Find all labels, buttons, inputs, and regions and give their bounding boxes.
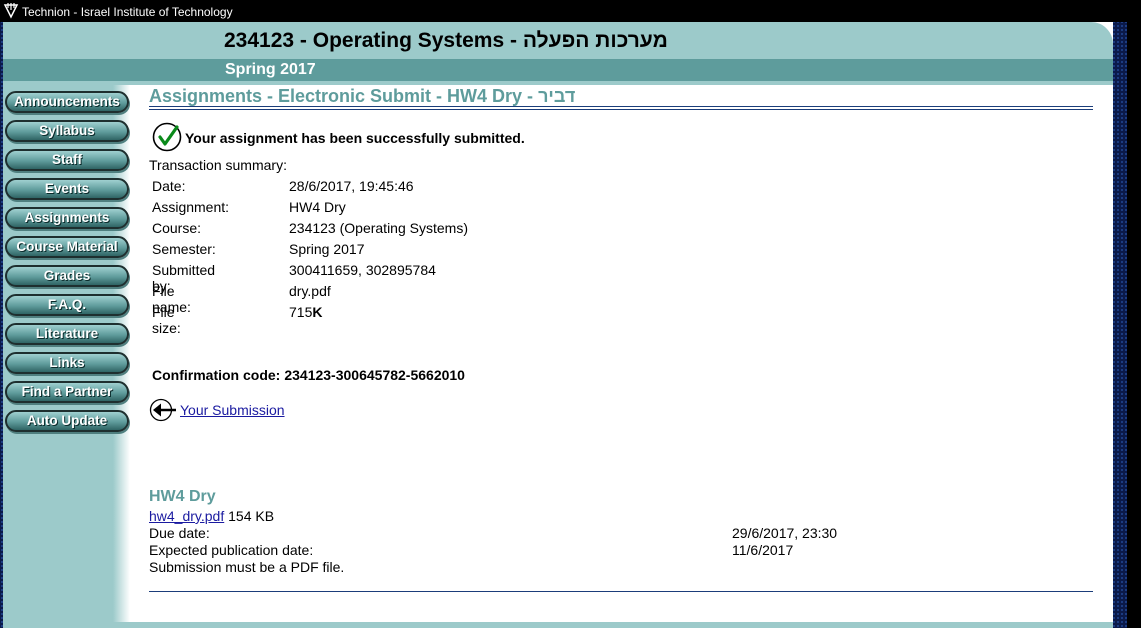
file-size-number: 715 (289, 304, 313, 320)
bottom-strip (3, 622, 1113, 628)
technion-logo-icon (3, 3, 19, 19)
summary-key: Date: (152, 178, 186, 194)
assignment-title: HW4 Dry (149, 488, 216, 505)
file-size-unit: K (312, 304, 323, 320)
summary-key: Course: (152, 220, 202, 236)
assignment-file-link[interactable]: hw4_dry.pdf (149, 508, 224, 524)
success-message: Your assignment has been successfully su… (185, 130, 525, 146)
summary-value: Spring 2017 (289, 241, 365, 257)
heading-rule (149, 109, 1093, 110)
summary-value: 300411659, 302895784 (289, 262, 436, 278)
nav-announcements-button[interactable]: Announcements (5, 91, 129, 113)
nav-events-button[interactable]: Events (5, 178, 129, 200)
footer-rule (149, 591, 1093, 592)
page-title: Assignments - Electronic Submit - HW4 Dr… (149, 86, 576, 106)
window-titlebar: Technion - Israel Institute of Technolog… (0, 0, 1141, 22)
nav-course-material-button[interactable]: Course Material (5, 236, 129, 258)
sidebar: Announcements Syllabus Staff Events Assi… (3, 85, 130, 628)
nav-staff-button[interactable]: Staff (5, 149, 129, 171)
window-edge (1127, 0, 1141, 628)
file-size-value: 715K (289, 304, 322, 320)
course-title: 234123 - Operating Systems - מערכות הפעל… (224, 29, 668, 52)
summary-key: File size: (152, 304, 181, 336)
nav-assignments-button[interactable]: Assignments (5, 207, 129, 229)
nav-find-a-partner-button[interactable]: Find a Partner (5, 381, 129, 403)
summary-key: Assignment: (152, 199, 230, 215)
page-frame: 234123 - Operating Systems - מערכות הפעל… (3, 22, 1113, 628)
nav-literature-button[interactable]: Literature (5, 323, 129, 345)
success-check-icon (152, 122, 182, 152)
publication-date-value: 11/6/2017 (732, 542, 794, 558)
your-submission-link[interactable]: Your Submission (180, 402, 285, 418)
semester-bar: Spring 2017 (3, 59, 1113, 81)
back-arrow-icon[interactable] (149, 398, 177, 422)
nav-grades-button[interactable]: Grades (5, 265, 129, 287)
due-date-value: 29/6/2017, 23:30 (732, 525, 838, 541)
heading-rule (149, 106, 1093, 107)
semester-label: Spring 2017 (225, 61, 316, 78)
confirmation-code: Confirmation code: 234123-300645782-56620… (152, 367, 465, 383)
nav-syllabus-button[interactable]: Syllabus (5, 120, 129, 142)
due-date-label: Due date: (149, 525, 210, 541)
assignment-file-size: 154 KB (228, 508, 275, 524)
nav-links-button[interactable]: Links (5, 352, 129, 374)
summary-value: HW4 Dry (289, 199, 346, 215)
nav-auto-update-button[interactable]: Auto Update (5, 410, 129, 432)
assignment-file: hw4_dry.pdf 154 KB (149, 508, 274, 524)
confirmation-value: 234123-300645782-5662010 (284, 367, 465, 383)
header-divider (3, 81, 1113, 85)
summary-value: 28/6/2017, 19:45:46 (289, 178, 414, 194)
summary-label: Transaction summary: (149, 157, 287, 173)
summary-value: dry.pdf (289, 283, 331, 299)
nav-faq-button[interactable]: F.A.Q. (5, 294, 129, 316)
course-header: 234123 - Operating Systems - מערכות הפעל… (3, 22, 1113, 59)
publication-date-label: Expected publication date: (149, 542, 314, 558)
submission-note: Submission must be a PDF file. (149, 559, 345, 575)
summary-key: Semester: (152, 241, 216, 257)
window-title: Technion - Israel Institute of Technolog… (22, 5, 233, 19)
confirmation-label: Confirmation code: (152, 367, 281, 383)
summary-value: 234123 (Operating Systems) (289, 220, 468, 236)
